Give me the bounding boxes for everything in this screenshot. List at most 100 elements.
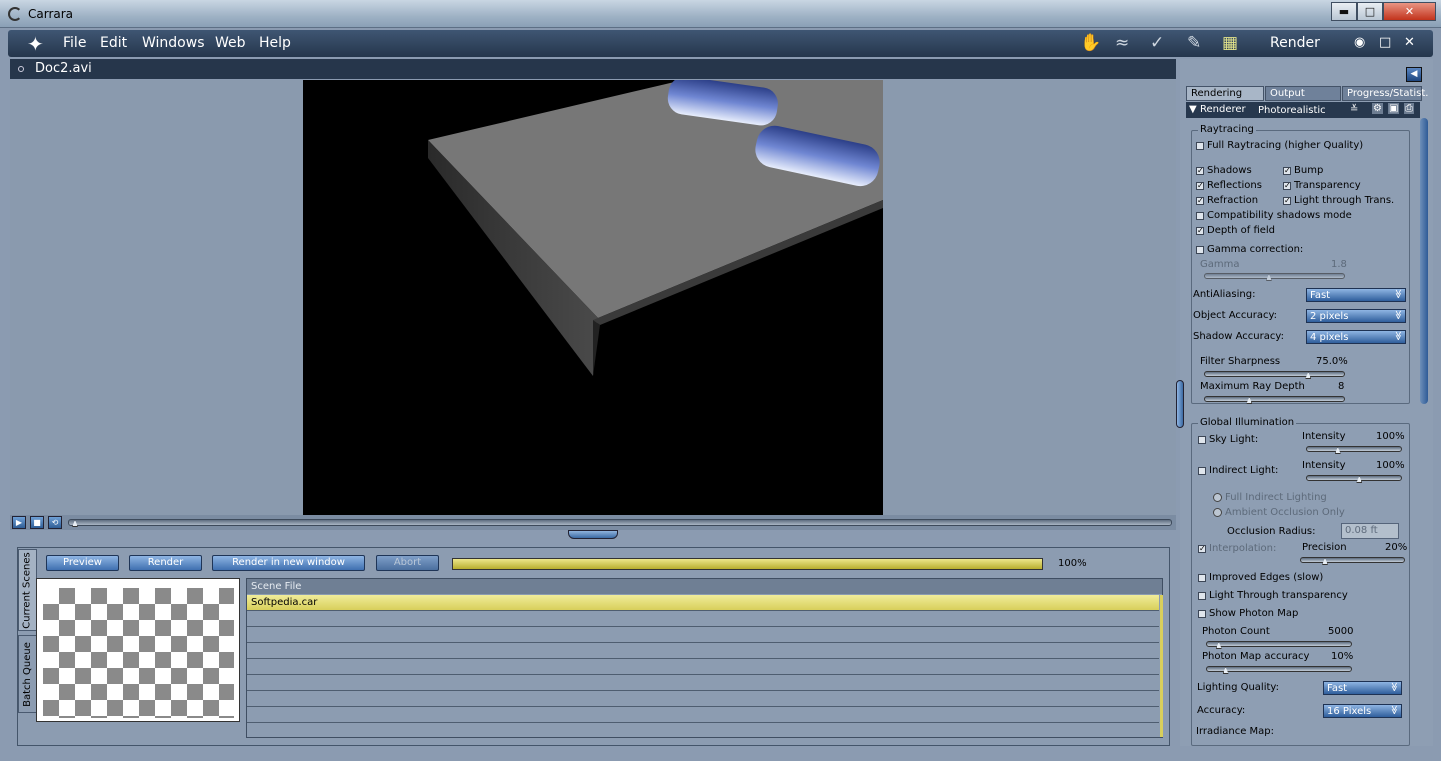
menu-windows[interactable]: Windows [142, 35, 205, 51]
show-photon-map-checkbox[interactable] [1198, 610, 1206, 618]
tab-current-scenes[interactable]: Current Scenes [18, 549, 37, 631]
light-through-transparency-checkbox[interactable] [1198, 592, 1206, 600]
sky-light-checkbox[interactable] [1198, 436, 1206, 444]
menu-file[interactable]: File [63, 35, 86, 51]
sky-intensity-slider[interactable] [1306, 446, 1402, 454]
depth-of-field-checkbox[interactable]: ✓ [1196, 227, 1204, 235]
light-through-trans-checkbox[interactable]: ✓ [1283, 197, 1291, 205]
indirect-intensity-slider[interactable] [1306, 475, 1402, 483]
table-row[interactable] [247, 643, 1159, 659]
accuracy-select[interactable]: 16 Pixels [1323, 704, 1402, 718]
renderer-dropdown-icon[interactable]: ≚ [1350, 104, 1358, 115]
render-button[interactable]: Render [129, 555, 202, 571]
table-row[interactable]: Softpedia.car [247, 595, 1159, 611]
gamma-slider[interactable] [1204, 273, 1345, 281]
close-room-icon[interactable]: ✕ [1404, 35, 1415, 50]
minimize-button[interactable]: ▬ [1331, 2, 1357, 21]
gamma-correction-checkbox[interactable] [1196, 246, 1204, 254]
carrara-logo-icon[interactable]: ✦ [27, 34, 55, 56]
table-row[interactable] [247, 723, 1159, 739]
render-room-filmstrip-icon[interactable]: ▦ [1222, 33, 1238, 53]
compat-shadows-checkbox[interactable] [1196, 212, 1204, 220]
restore-icon[interactable]: □ [1379, 35, 1391, 50]
close-button[interactable]: ✕ [1383, 2, 1436, 21]
preview-button[interactable]: Preview [46, 555, 119, 571]
table-row[interactable] [247, 691, 1159, 707]
abort-button[interactable]: Abort [376, 555, 439, 571]
shadows-checkbox[interactable]: ✓ [1196, 167, 1204, 175]
column-header-scene-file[interactable]: Scene File [247, 579, 1162, 594]
panel-splitter-handle[interactable] [568, 530, 618, 539]
renderer-label: Renderer [1200, 104, 1246, 115]
menu-web[interactable]: Web [215, 35, 246, 51]
assemble-room-hand-icon[interactable]: ✋ [1080, 33, 1101, 53]
table-row[interactable] [247, 659, 1159, 675]
panel-scrollbar[interactable] [1420, 118, 1428, 404]
gamma-slider-knob[interactable] [1265, 274, 1272, 281]
full-raytracing-checkbox[interactable] [1196, 142, 1204, 150]
preset-icon[interactable]: ⚙ [1372, 103, 1383, 114]
interpolation-checkbox[interactable]: ✓ [1198, 545, 1206, 553]
play-button[interactable]: ▶ [12, 516, 26, 529]
photon-count-slider[interactable] [1206, 641, 1352, 649]
timeline-slider[interactable] [68, 519, 1172, 527]
menu-help[interactable]: Help [259, 35, 291, 51]
timeline-knob[interactable] [72, 520, 78, 527]
filter-sharpness-knob[interactable] [1305, 372, 1312, 379]
eye-icon[interactable]: ◉ [1354, 35, 1365, 50]
occlusion-radius-input[interactable]: 0.08 ft [1341, 523, 1399, 539]
side-panel-handle[interactable] [1176, 380, 1184, 428]
texture-room-brush-icon[interactable]: ✎ [1187, 33, 1201, 53]
photon-map-accuracy-knob[interactable] [1222, 667, 1229, 674]
lighting-quality-select[interactable]: Fast [1323, 681, 1402, 695]
object-accuracy-select[interactable]: 2 pixels [1306, 309, 1406, 323]
filter-sharpness-slider[interactable] [1204, 371, 1345, 379]
table-scrollbar[interactable] [1160, 595, 1163, 737]
table-row[interactable] [247, 675, 1159, 691]
tab-output[interactable]: Output [1265, 86, 1341, 101]
indirect-intensity-knob[interactable] [1356, 476, 1363, 483]
bump-checkbox[interactable]: ✓ [1283, 167, 1291, 175]
sky-intensity-knob[interactable] [1334, 447, 1341, 454]
table-row[interactable] [247, 611, 1159, 627]
collapse-panel-icon[interactable]: ◀ [1406, 67, 1422, 82]
stop-button[interactable]: ■ [30, 516, 44, 529]
reflections-checkbox[interactable]: ✓ [1196, 182, 1204, 190]
full-indirect-radio[interactable] [1213, 493, 1222, 502]
renderer-select[interactable]: Photorealistic [1258, 105, 1326, 116]
tab-rendering[interactable]: Rendering [1186, 86, 1264, 101]
tab-batch-queue[interactable]: Batch Queue [18, 635, 37, 713]
show-photon-map-label: Show Photon Map [1209, 608, 1299, 619]
transparency-checkbox[interactable]: ✓ [1283, 182, 1291, 190]
menu-edit[interactable]: Edit [100, 35, 127, 51]
ray-depth-slider[interactable] [1204, 396, 1345, 404]
save-icon[interactable]: ▣ [1388, 103, 1400, 114]
table-row[interactable] [247, 707, 1159, 723]
antialiasing-select[interactable]: Fast [1306, 288, 1406, 302]
compat-shadows-label: Compatibility shadows mode [1207, 210, 1352, 221]
maximize-button[interactable]: □ [1357, 2, 1383, 21]
precision-knob[interactable] [1322, 558, 1328, 565]
full-indirect-label: Full Indirect Lighting [1225, 492, 1327, 503]
photon-map-accuracy-slider[interactable] [1206, 666, 1352, 674]
ray-depth-knob[interactable] [1246, 397, 1253, 404]
refraction-label: Refraction [1207, 195, 1259, 206]
precision-slider[interactable] [1300, 557, 1405, 565]
expand-arrow-icon[interactable]: ▼ [1189, 104, 1197, 115]
render-new-window-button[interactable]: Render in new window [212, 555, 365, 571]
tab-progress-statistics[interactable]: Progress/Statist. [1342, 86, 1428, 101]
gamma-value: 1.8 [1331, 259, 1347, 270]
photon-count-knob[interactable] [1215, 642, 1222, 649]
loop-button[interactable]: ⟲ [48, 516, 62, 529]
print-icon[interactable]: ⎙ [1404, 103, 1414, 114]
storyboard-room-pen-icon[interactable]: ✓ [1150, 33, 1164, 53]
table-row[interactable] [247, 627, 1159, 643]
refraction-checkbox[interactable]: ✓ [1196, 197, 1204, 205]
shadow-accuracy-select[interactable]: 4 pixels [1306, 330, 1406, 344]
indirect-light-checkbox[interactable] [1198, 467, 1206, 475]
model-room-wave-icon[interactable]: ≈ [1115, 33, 1129, 53]
lighting-quality-label: Lighting Quality: [1197, 682, 1279, 693]
render-canvas[interactable] [303, 80, 883, 515]
improved-edges-checkbox[interactable] [1198, 574, 1206, 582]
ambient-occlusion-radio[interactable] [1213, 508, 1222, 517]
